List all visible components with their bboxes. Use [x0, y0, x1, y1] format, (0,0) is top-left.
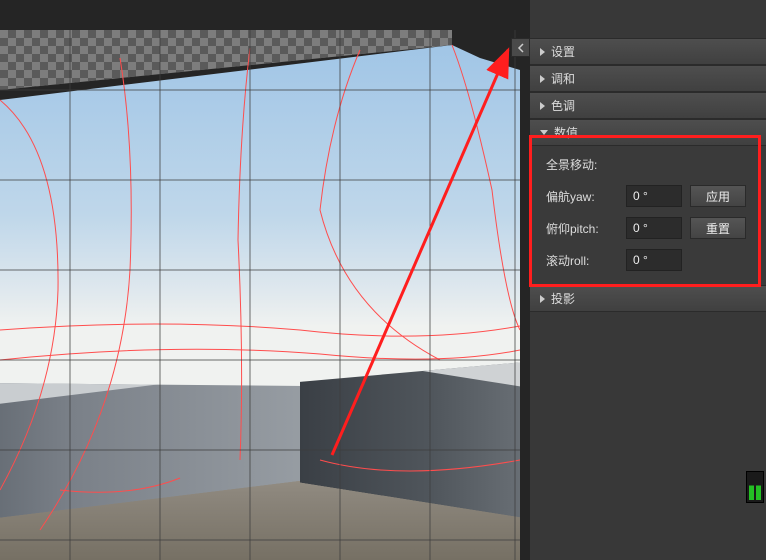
- panel-title: 设置: [551, 43, 575, 60]
- apply-button[interactable]: 应用: [690, 185, 746, 207]
- panel-header-numeric[interactable]: 数值: [530, 120, 766, 146]
- pitch-label: 俯仰pitch:: [546, 220, 618, 237]
- properties-panel: 设置 调和 色调 数值 全景移动: 偏航yaw:: [530, 0, 766, 560]
- triangle-right-icon: [540, 48, 545, 56]
- pitch-input[interactable]: [626, 217, 682, 239]
- triangle-right-icon: [540, 102, 545, 110]
- panel-title: 数值: [554, 124, 578, 141]
- yaw-label: 偏航yaw:: [546, 188, 618, 205]
- panorama-preview[interactable]: [0, 0, 530, 560]
- panel-header-settings[interactable]: 设置: [530, 39, 766, 65]
- roll-input[interactable]: [626, 249, 682, 271]
- triangle-right-icon: [540, 295, 545, 303]
- panel-title: 色调: [551, 97, 575, 114]
- collapse-panel-button[interactable]: [511, 38, 530, 57]
- yaw-input[interactable]: [626, 185, 682, 207]
- chevron-left-icon: [516, 43, 526, 53]
- panel-title: 投影: [551, 290, 575, 307]
- triangle-down-icon: [540, 130, 548, 135]
- panel-header-projection[interactable]: 投影: [530, 286, 766, 312]
- panel-header-harmonize[interactable]: 调和: [530, 66, 766, 92]
- numeric-section-title: 全景移动:: [546, 156, 754, 173]
- panel-header-tone[interactable]: 色调: [530, 93, 766, 119]
- level-meter: [746, 471, 764, 503]
- reset-button[interactable]: 重置: [690, 217, 746, 239]
- triangle-right-icon: [540, 75, 545, 83]
- panel-title: 调和: [551, 70, 575, 87]
- roll-label: 滚动roll:: [546, 252, 618, 269]
- panel-body-numeric: 全景移动: 偏航yaw: 应用 俯仰pitch: 重置 滚动roll:: [530, 146, 766, 285]
